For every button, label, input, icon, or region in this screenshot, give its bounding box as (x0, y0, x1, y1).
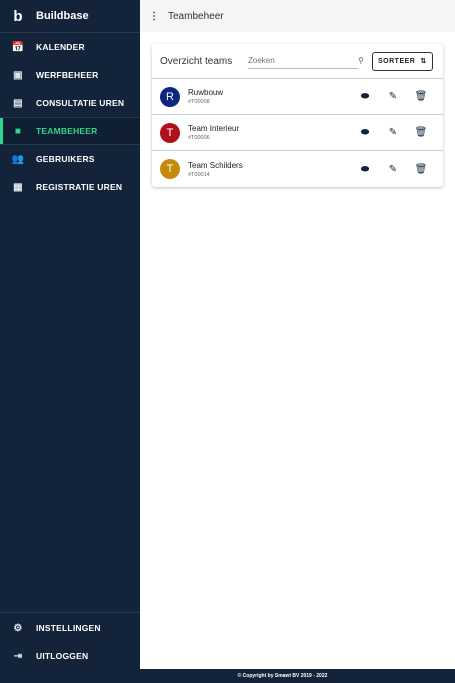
edit-icon[interactable]: ✎ (379, 127, 407, 138)
team-row[interactable]: T Team Schilders #T00014 ⬬ ✎ 🗑 (152, 151, 443, 187)
brand[interactable]: b Buildbase (0, 0, 140, 33)
users-icon: 👥 (11, 153, 25, 165)
card-header: Overzicht teams ⚲ SORTEER ⇅ (152, 44, 443, 79)
sidebar-item-label: CONSULTATIE UREN (36, 98, 125, 108)
team-row[interactable]: T Team Interieur #T00006 ⬬ ✎ 🗑 (152, 115, 443, 151)
toggle-icon[interactable]: ⬬ (351, 91, 379, 102)
sidebar-item-label: REGISTRATIE UREN (36, 182, 123, 192)
logo-icon: b (13, 7, 23, 25)
avatar: T (160, 159, 180, 179)
calendar-clock-icon: 📅 (11, 41, 25, 53)
card-title: Overzicht teams (160, 55, 233, 67)
id-card-icon: ▣ (13, 69, 23, 81)
gear-icon: ⚙ (13, 622, 23, 634)
sidebar-item-teambeheer[interactable]: ■ TEAMBEHEER (0, 117, 140, 145)
sidebar-item-label: KALENDER (36, 42, 85, 52)
team-name: Team Schilders (188, 160, 243, 170)
brand-name: Buildbase (36, 10, 89, 22)
sidebar-item-label: INSTELLINGEN (36, 623, 101, 633)
toggle-icon[interactable]: ⬬ (351, 127, 379, 138)
sidebar-item-consultatie-uren[interactable]: ▤ CONSULTATIE UREN (0, 89, 140, 117)
sort-icon: ⇅ (420, 58, 427, 65)
footer-copyright: © Copyright by Smawt BV 2019 - 2022 (140, 669, 455, 683)
avatar: T (160, 122, 180, 143)
search-icon[interactable]: ⚲ (358, 56, 364, 65)
team-icon: ■ (14, 125, 22, 137)
team-code: #T00014 (188, 171, 210, 178)
team-code: #T00006 (188, 135, 210, 141)
sidebar: b Buildbase 📅 KALENDER ▣ WERFBEHEER ▤ CONSULT… (0, 0, 140, 683)
sidebar-item-uitloggen[interactable]: ⇥ UITLOGGEN (0, 642, 140, 670)
search-field[interactable]: ⚲ (248, 53, 364, 69)
search-input[interactable] (248, 56, 358, 65)
sort-button[interactable]: SORTEER ⇅ (372, 51, 433, 71)
sidebar-item-werfbeheer[interactable]: ▣ WERFBEHEER (0, 61, 140, 89)
delete-icon[interactable]: 🗑 (407, 127, 435, 138)
team-name: Team Interieur (188, 124, 240, 133)
avatar: R (160, 86, 180, 107)
teams-card: Overzicht teams ⚲ SORTEER ⇅ R Ruwbouw #T00… (152, 44, 443, 187)
sidebar-item-label: GEBRUIKERS (36, 154, 95, 164)
calendar-person-icon: ▦ (13, 181, 23, 193)
page-title: Teambeheer (168, 10, 224, 22)
sidebar-item-gebruikers[interactable]: 👥 GEBRUIKERS (0, 145, 140, 173)
sidebar-item-instellingen[interactable]: ⚙ INSTELLINGEN (0, 614, 140, 642)
delete-icon[interactable]: 🗑 (407, 164, 435, 175)
more-vert-icon[interactable]: ⋮ (140, 11, 168, 22)
sidebar-item-registratie-uren[interactable]: ▦ REGISTRATIE UREN (0, 173, 140, 201)
document-icon: ▤ (13, 97, 23, 109)
delete-icon[interactable]: 🗑 (407, 91, 435, 102)
edit-icon[interactable]: ✎ (379, 164, 407, 175)
topbar: ⋮ Teambeheer (140, 0, 455, 32)
team-name: Ruwbouw (188, 88, 224, 97)
team-row[interactable]: R Ruwbouw #T00008 ⬬ ✎ 🗑 (152, 79, 443, 115)
sidebar-item-kalender[interactable]: 📅 KALENDER (0, 33, 140, 61)
toggle-icon[interactable]: ⬬ (351, 164, 379, 175)
sidebar-item-label: UITLOGGEN (36, 651, 89, 661)
team-code: #T00008 (188, 99, 210, 105)
sort-label: SORTEER (378, 57, 416, 65)
sidebar-item-label: TEAMBEHEER (36, 126, 98, 136)
edit-icon[interactable]: ✎ (379, 91, 407, 102)
logout-icon: ⇥ (13, 650, 23, 662)
sidebar-item-label: WERFBEHEER (36, 70, 99, 80)
